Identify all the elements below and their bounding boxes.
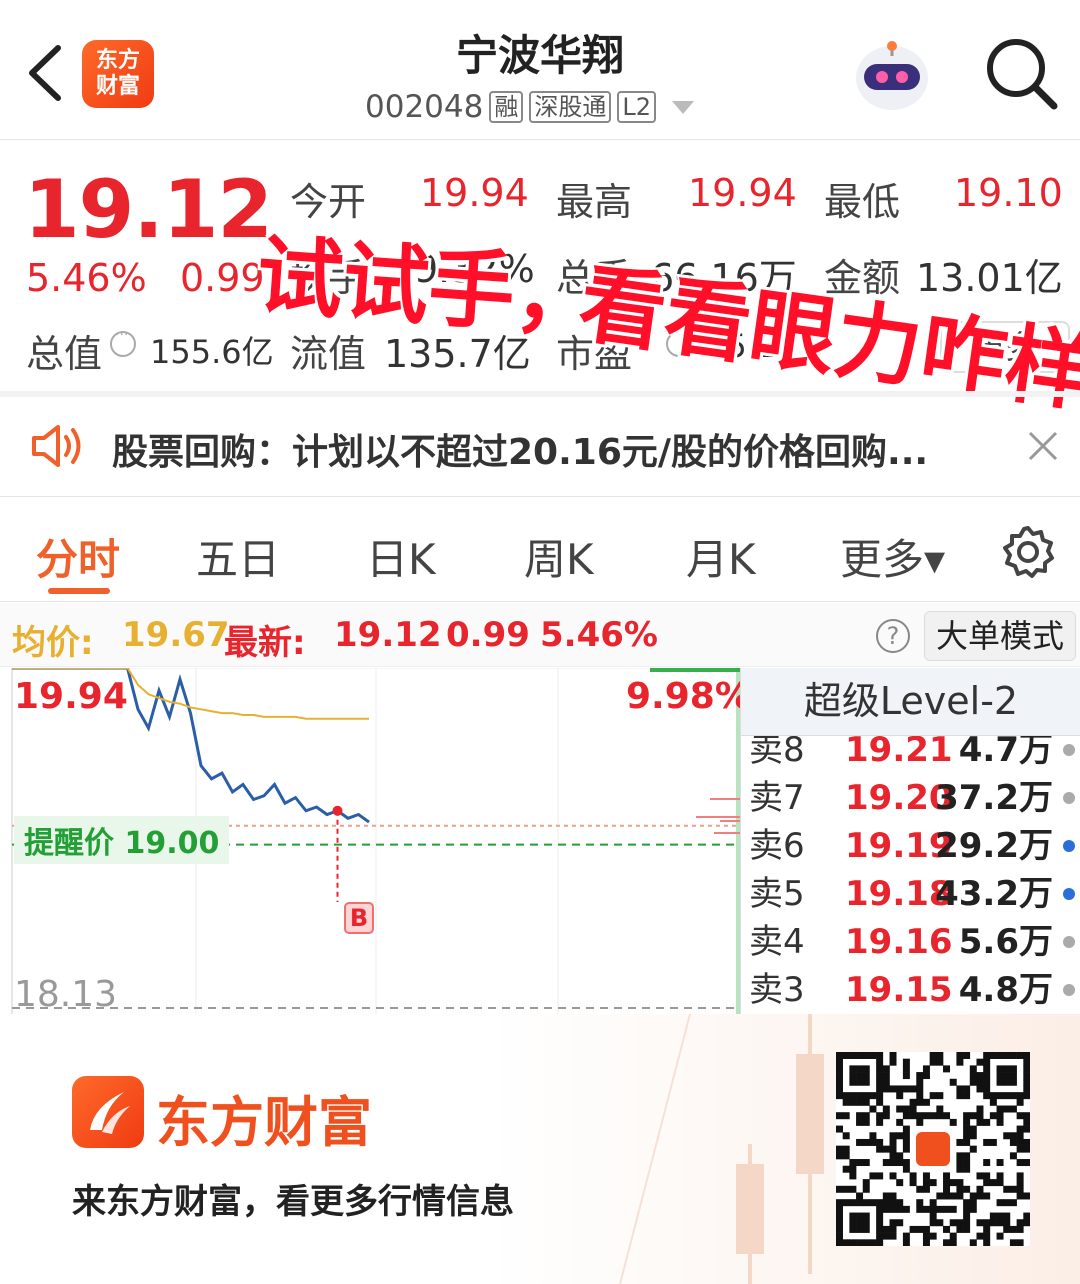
ask-level-label: 卖7 — [749, 778, 805, 818]
ask-volume: 4.8万 — [958, 970, 1053, 1010]
eastmoney-logo-icon — [72, 1076, 144, 1148]
pct-change: 5.46% — [26, 256, 147, 300]
latest-change: 0.99 — [446, 615, 530, 655]
gear-icon[interactable] — [1000, 524, 1056, 580]
total-mv-value: 155.6亿 — [150, 333, 274, 371]
remind-price-label[interactable]: 提醒价 19.00 — [14, 816, 230, 864]
order-dot-icon — [1063, 888, 1075, 900]
ask-level-label: 卖5 — [749, 874, 805, 914]
high-label: 最高 — [556, 180, 633, 224]
latest-pct: 5.46% — [540, 615, 658, 655]
total-mv-label: 总值 — [26, 332, 103, 376]
active-tab-indicator — [48, 588, 110, 594]
high-value: 19.94 — [688, 171, 797, 215]
ask-level-label: 卖4 — [749, 922, 805, 962]
chart-bottom-price: 18.13 — [14, 974, 118, 1015]
depth-bar — [720, 820, 740, 822]
order-dot-icon — [1063, 840, 1075, 852]
margin-tag: 融 — [489, 91, 524, 123]
open-value: 19.94 — [420, 171, 529, 215]
speaker-icon — [32, 425, 81, 467]
tab-weekly-k[interactable]: 周K — [524, 526, 594, 587]
chart-top-price: 19.94 — [14, 676, 128, 717]
latest-label: 最新: — [224, 623, 306, 663]
chart-top-pct: 9.98% — [626, 676, 751, 717]
chart-tab-bar: 分时 五日 日K 周K 月K 更多▾ — [0, 498, 1080, 602]
avg-value: 19.67 — [122, 615, 230, 655]
order-book-row[interactable]: 卖4 19.16 5.6万 — [741, 918, 1080, 966]
tab-monthly-k[interactable]: 月K — [686, 526, 756, 587]
notice-text: 股票回购：计划以不超过20.16元/股的价格回购... — [112, 432, 929, 473]
depth-bar — [710, 798, 740, 800]
qr-logo-icon — [916, 1132, 950, 1166]
order-dot-icon — [1063, 744, 1075, 756]
promo-footer: 东方财富 来东方财富，看更多行情信息 — [0, 1014, 1080, 1284]
low-label: 最低 — [824, 180, 901, 224]
search-icon[interactable] — [982, 34, 1060, 112]
chevron-down-icon[interactable] — [671, 100, 694, 114]
level2-order-book: 超级Level-2 卖8 19.21 4.7万 卖7 19.20 37.2万 卖6 19.19… — [740, 668, 1080, 1014]
tab-daily-k[interactable]: 日K — [366, 526, 436, 587]
level2-title[interactable]: 超级Level-2 — [741, 668, 1080, 736]
order-dot-icon — [1063, 984, 1075, 996]
tab-intraday[interactable]: 分时 — [36, 526, 120, 587]
buy-marker[interactable]: B — [344, 902, 374, 934]
depth-bar — [714, 832, 740, 834]
ask-price: 19.15 — [845, 970, 953, 1010]
order-book-row[interactable]: 卖7 19.20 37.2万 — [741, 774, 1080, 822]
order-book-row[interactable]: 卖6 19.19 29.2万 — [741, 822, 1080, 870]
order-dot-icon — [1063, 792, 1075, 804]
more-info-icon[interactable] — [110, 327, 136, 357]
intraday-chart[interactable]: 19.94 9.98% 18.13 提醒价 19.00 B — [0, 668, 751, 1015]
stock-code-row[interactable]: 002048 融 深股通 L2 — [365, 88, 694, 126]
ask-volume: 29.2万 — [935, 826, 1053, 866]
ask-volume: 37.2万 — [935, 778, 1053, 818]
ask-level-label: 卖6 — [749, 826, 805, 866]
depth-bar — [696, 816, 740, 818]
tab-five-day[interactable]: 五日 — [196, 526, 280, 587]
footer-brand: 东方财富 — [156, 1091, 372, 1154]
help-icon[interactable]: ? — [876, 619, 910, 653]
order-book-row[interactable]: 卖3 19.15 4.8万 — [741, 966, 1080, 1014]
ask-volume: 5.6万 — [958, 922, 1053, 962]
tab-more[interactable]: 更多▾ — [840, 526, 945, 587]
low-value: 19.10 — [954, 171, 1063, 215]
order-dot-icon — [1063, 936, 1075, 948]
avg-label: 均价: — [12, 623, 94, 663]
footer-slogan: 来东方财富，看更多行情信息 — [72, 1182, 514, 1222]
overlay-caption-1: 试试手， — [253, 225, 604, 350]
buy-point — [332, 805, 343, 816]
close-icon[interactable] — [1024, 427, 1062, 465]
current-price: 19.12 — [24, 163, 273, 256]
stock-code: 002048 — [365, 89, 484, 125]
ask-volume: 43.2万 — [935, 874, 1053, 914]
ask-price: 19.16 — [845, 922, 953, 962]
price-summary-row: 均价: 19.67 最新: 19.12 0.99 5.46% ? 大单模式 — [0, 603, 1080, 667]
top-nav-bar: 东方 财富 宁波华翔 002048 融 深股通 L2 — [0, 0, 1080, 140]
latest-value: 19.12 — [334, 615, 442, 655]
robot-assistant-icon[interactable] — [848, 38, 936, 116]
ask-level-label: 卖3 — [749, 970, 805, 1010]
connect-tag: 深股通 — [529, 91, 612, 123]
order-book-row[interactable]: 卖5 19.18 43.2万 — [741, 870, 1080, 918]
level2-tag: L2 — [617, 91, 656, 123]
price-change: 0.99 — [180, 256, 265, 300]
qr-code[interactable] — [836, 1052, 1030, 1246]
quote-panel: 19.12 5.46% 0.99 今开 19.94 最高 19.94 最低 19… — [0, 141, 1080, 425]
notice-banner[interactable]: 股票回购：计划以不超过20.16元/股的价格回购... — [0, 397, 1080, 497]
big-order-mode-button[interactable]: 大单模式 — [924, 611, 1076, 661]
